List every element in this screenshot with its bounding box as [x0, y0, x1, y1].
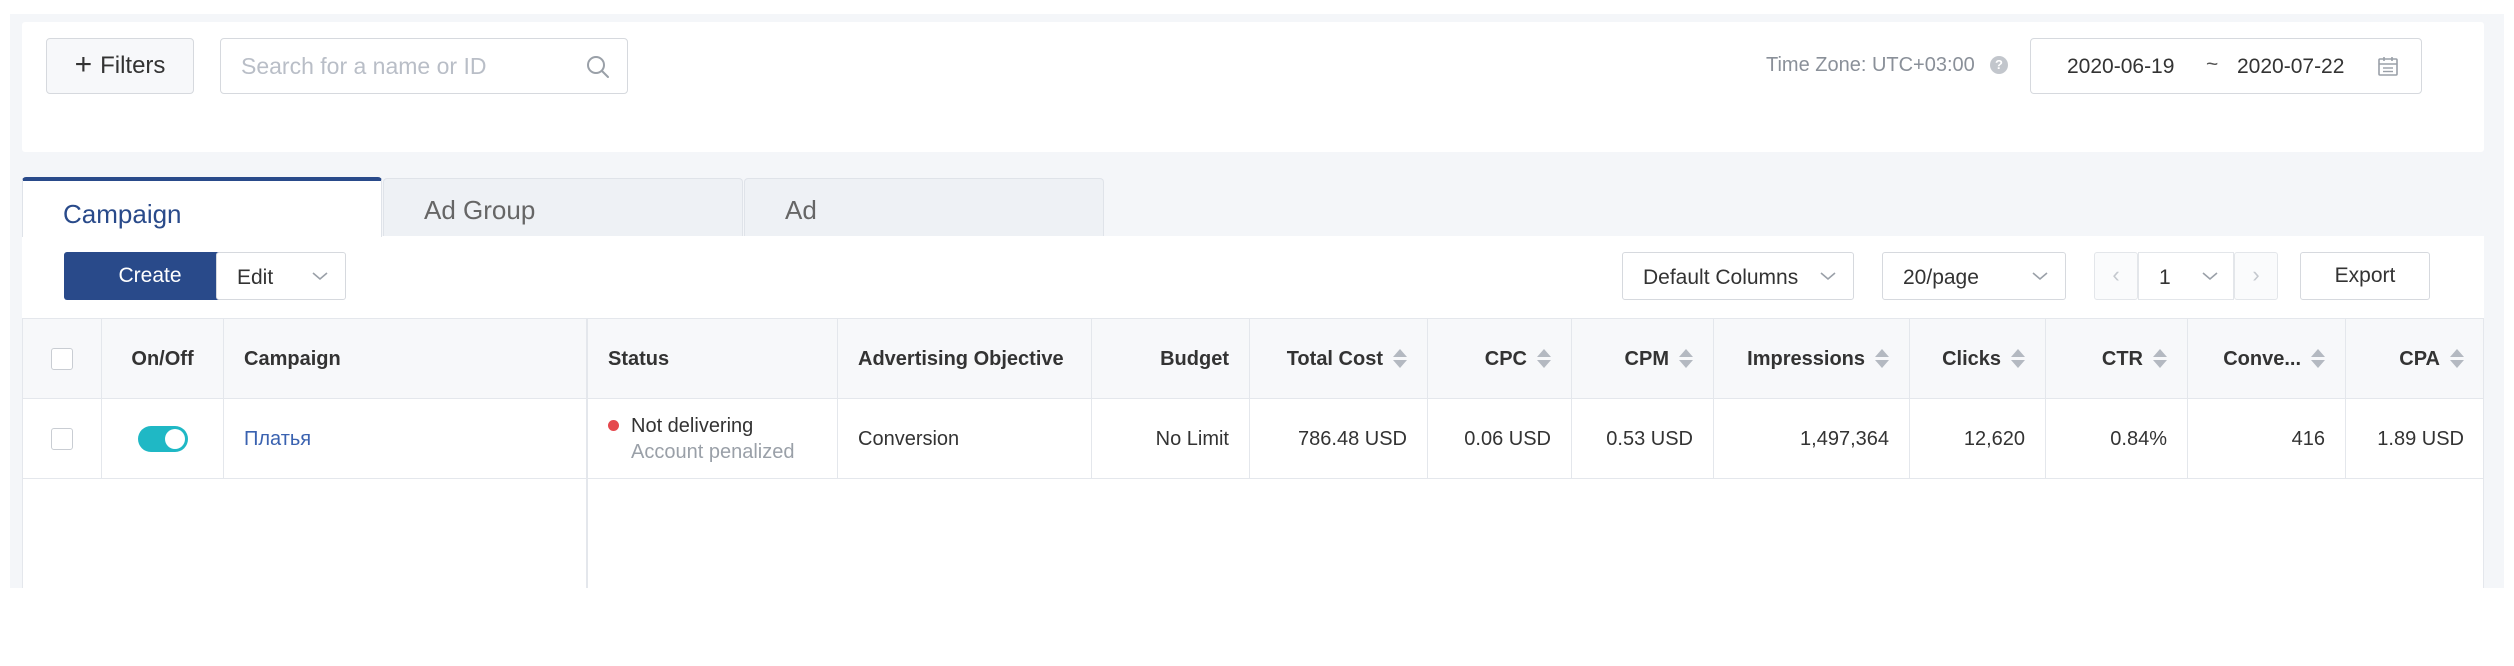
table-header: On/Off Campaign Status Advertising Objec…	[22, 319, 2484, 399]
table-right-border	[2483, 319, 2484, 588]
chevron-down-icon	[1820, 272, 1836, 281]
create-button[interactable]: Create	[64, 252, 236, 300]
header-cpm[interactable]: CPM	[1572, 319, 1714, 399]
header-conversions-label: Conve...	[2223, 347, 2301, 370]
header-cpc-label: CPC	[1484, 347, 1527, 370]
campaign-table: On/Off Campaign Status Advertising Objec…	[22, 318, 2484, 588]
sort-icon[interactable]	[1875, 348, 1889, 370]
header-objective: Advertising Objective	[838, 319, 1092, 399]
row-campaign-cell: Платья	[224, 399, 586, 479]
header-cpa[interactable]: CPA	[2346, 319, 2484, 399]
row-select-cell	[22, 399, 102, 479]
tab-campaign-label: Campaign	[63, 199, 182, 229]
timezone-label: Time Zone: UTC+03:00	[1766, 54, 1975, 76]
chevron-down-icon	[2202, 272, 2218, 281]
header-onoff: On/Off	[102, 319, 224, 399]
header-impressions-label: Impressions	[1747, 347, 1865, 370]
page-number-select[interactable]: 1	[2138, 252, 2234, 300]
sort-icon[interactable]	[1537, 348, 1551, 370]
search-input[interactable]	[221, 39, 627, 93]
header-clicks[interactable]: Clicks	[1910, 319, 2046, 399]
row-status-cell: Not delivering Account penalized	[588, 399, 838, 479]
row-cpc: 0.06 USD	[1428, 399, 1572, 479]
edit-dropdown[interactable]: Edit	[216, 252, 346, 300]
header-budget: Budget	[1092, 319, 1250, 399]
plus-icon: +	[74, 47, 93, 81]
row-total-cost: 786.48 USD	[1250, 399, 1428, 479]
status-text: Not delivering	[631, 415, 754, 437]
tab-campaign[interactable]: Campaign	[22, 177, 382, 237]
sort-icon[interactable]	[1393, 348, 1407, 370]
sort-icon[interactable]	[2153, 348, 2167, 370]
sort-icon[interactable]	[2011, 348, 2025, 370]
prev-page-button[interactable]: ‹	[2094, 252, 2138, 300]
filters-button-label: Filters	[100, 52, 166, 79]
header-select-cell	[22, 319, 102, 399]
header-total-cost[interactable]: Total Cost	[1250, 319, 1428, 399]
header-conversions[interactable]: Conve...	[2188, 319, 2346, 399]
tab-ad-group-label: Ad Group	[424, 195, 536, 225]
search-icon[interactable]	[585, 54, 611, 80]
help-icon[interactable]: ?	[1990, 56, 2008, 74]
header-clicks-label: Clicks	[1942, 347, 2001, 370]
row-cpm: 0.53 USD	[1572, 399, 1714, 479]
columns-dropdown-label: Default Columns	[1643, 266, 1799, 289]
row-objective: Conversion	[838, 399, 1092, 479]
chevron-down-icon	[312, 272, 328, 281]
campaign-toggle[interactable]	[137, 426, 188, 452]
edit-dropdown-label: Edit	[237, 266, 274, 289]
export-button[interactable]: Export	[2300, 252, 2430, 300]
row-impressions: 1,497,364	[1714, 399, 1910, 479]
header-ctr[interactable]: CTR	[2046, 319, 2188, 399]
pagination: ‹ 1 ›	[2094, 252, 2278, 300]
columns-dropdown[interactable]: Default Columns	[1622, 252, 1854, 300]
row-conversions: 416	[2188, 399, 2346, 479]
table-left-border	[22, 319, 23, 588]
chevron-down-icon	[2032, 272, 2048, 281]
filters-button[interactable]: + Filters	[46, 38, 194, 94]
sort-icon[interactable]	[1679, 348, 1693, 370]
date-separator: ~	[2206, 53, 2219, 76]
row-cpa: 1.89 USD	[2377, 427, 2464, 450]
table-row[interactable]: Платья Not delivering Account penalized …	[22, 399, 2484, 479]
header-cpm-label: CPM	[1624, 347, 1669, 370]
next-page-button[interactable]: ›	[2234, 252, 2278, 300]
header-cpc[interactable]: CPC	[1428, 319, 1572, 399]
calendar-icon[interactable]	[2377, 55, 2399, 77]
date-range-picker[interactable]: 2020-06-19 ~ 2020-07-22	[2030, 38, 2422, 94]
header-impressions[interactable]: Impressions	[1714, 319, 1910, 399]
search-box[interactable]	[220, 38, 628, 94]
header-ctr-label: CTR	[2101, 347, 2143, 370]
row-onoff-cell	[102, 399, 224, 479]
tab-ad-label: Ad	[785, 195, 817, 225]
header-status: Status	[588, 319, 838, 399]
campaign-name-link[interactable]: Платья	[244, 428, 311, 451]
row-ctr: 0.84%	[2046, 399, 2188, 479]
sort-icon[interactable]	[2311, 348, 2325, 370]
row-clicks: 12,620	[1910, 399, 2046, 479]
sort-icon[interactable]	[2450, 348, 2464, 370]
tab-ad[interactable]: Ad	[744, 178, 1104, 236]
header-total-cost-label: Total Cost	[1286, 347, 1383, 370]
current-page: 1	[2159, 266, 2171, 289]
select-all-checkbox[interactable]	[50, 348, 73, 370]
status-indicator: Not delivering Account penalized	[608, 413, 794, 465]
date-start[interactable]: 2020-06-19	[2067, 55, 2174, 79]
row-checkbox[interactable]	[50, 428, 73, 450]
tab-ad-group[interactable]: Ad Group	[383, 178, 743, 236]
fixed-column-divider	[586, 319, 588, 588]
status-reason: Account penalized	[631, 441, 795, 463]
page-size-dropdown[interactable]: 20/page	[1882, 252, 2066, 300]
status-dot-icon	[608, 420, 619, 431]
header-campaign: Campaign	[244, 347, 341, 370]
header-cpa-label: CPA	[2399, 347, 2440, 370]
date-end[interactable]: 2020-07-22	[2237, 55, 2344, 79]
row-budget: No Limit	[1092, 399, 1250, 479]
page-size-label: 20/page	[1903, 266, 1979, 289]
